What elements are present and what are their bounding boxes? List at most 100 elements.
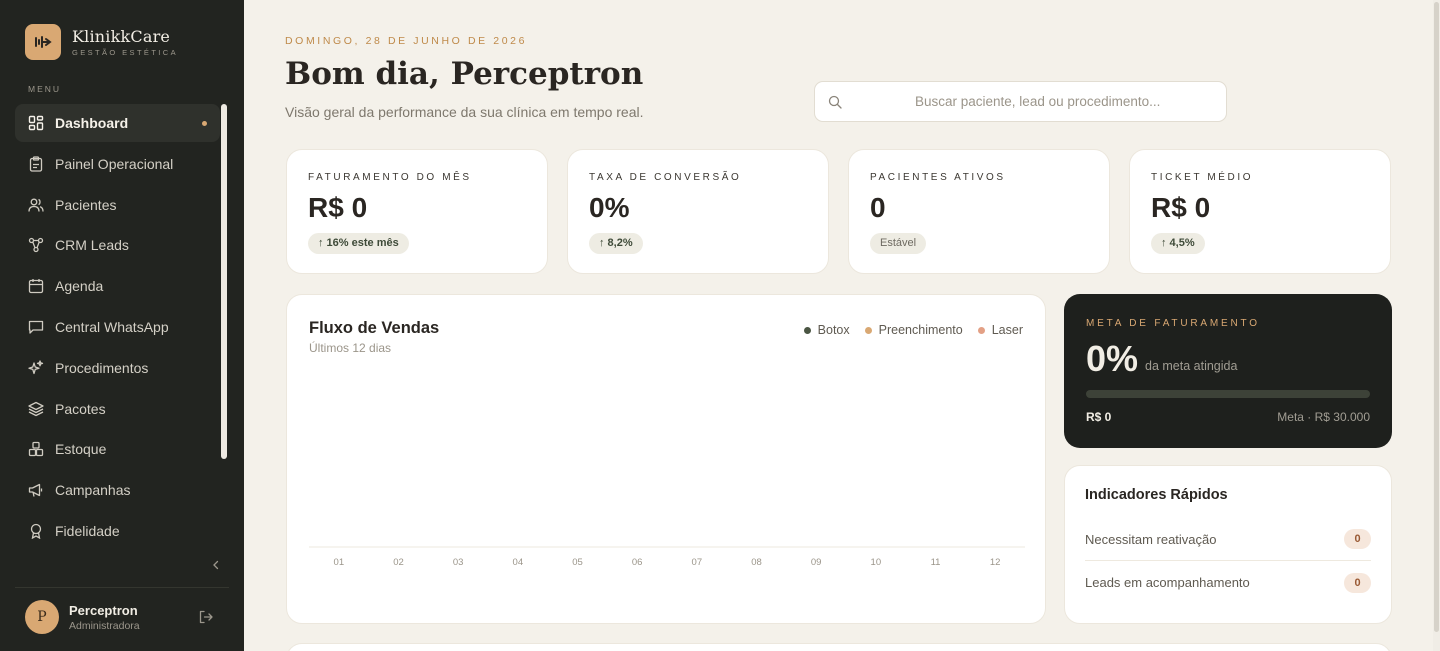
x-tick-label: 05 xyxy=(572,557,583,568)
legend-label: Botox xyxy=(817,323,850,337)
sidebar-item-central-whatsapp[interactable]: Central WhatsApp xyxy=(15,308,220,346)
legend-dot xyxy=(977,326,985,334)
kpi-value: 0% xyxy=(589,192,630,223)
sidebar-item-label: Procedimentos xyxy=(55,359,149,376)
chart-subtitle: Últimos 12 dias xyxy=(309,341,392,355)
sidebar-item-label: Campanhas xyxy=(55,482,131,499)
collapse-sidebar-button[interactable] xyxy=(208,557,224,573)
goal-label: META DE FATURAMENTO xyxy=(1086,318,1260,329)
sidebar-item-label: CRM Leads xyxy=(55,237,129,254)
sidebar-item-procedimentos[interactable]: Procedimentos xyxy=(15,349,220,387)
sidebar-item-fidelidade[interactable]: Fidelidade xyxy=(15,512,220,550)
x-tick-label: 12 xyxy=(990,557,1001,568)
legend-label: Laser xyxy=(991,323,1023,337)
brand-subtitle: GESTÃO ESTÉTICA xyxy=(72,47,179,57)
quick-indicators-card: Indicadores Rápidos Necessitam reativaçã… xyxy=(1064,465,1392,624)
search-box[interactable] xyxy=(814,81,1227,122)
legend-item-botox[interactable]: Botox xyxy=(803,323,850,337)
goal-current-value: R$ 0 xyxy=(1086,410,1112,424)
chevron-left-icon xyxy=(213,560,219,570)
search-input[interactable] xyxy=(815,82,1226,121)
kpi-label: TAXA DE CONVERSÃO xyxy=(589,172,742,183)
sidebar-divider xyxy=(15,587,229,588)
active-indicator xyxy=(202,121,207,126)
kpi-trend-badge: ↑ 16% este mês xyxy=(308,233,409,254)
x-tick-label: 11 xyxy=(931,557,941,568)
next-section-card xyxy=(286,643,1392,651)
sidebar-scroll-thumb[interactable] xyxy=(221,104,227,459)
sidebar-item-pacientes[interactable]: Pacientes xyxy=(15,186,220,224)
kpi-label: FATURAMENTO DO MÊS xyxy=(308,172,472,183)
sidebar-item-dashboard[interactable]: Dashboard xyxy=(15,104,220,142)
sidebar-item-estoque[interactable]: Estoque xyxy=(15,430,220,468)
legend-item-laser[interactable]: Laser xyxy=(977,323,1023,337)
legend-item-preenchimento[interactable]: Preenchimento xyxy=(864,323,963,337)
x-tick-label: 03 xyxy=(453,557,464,568)
legend-label: Preenchimento xyxy=(878,323,963,337)
sidebar-item-agenda[interactable]: Agenda xyxy=(15,267,220,305)
indicator-row-reativacao[interactable]: Necessitam reativação 0 xyxy=(1085,518,1371,561)
x-tick-label: 06 xyxy=(632,557,643,568)
layers-icon xyxy=(28,401,44,416)
indicator-row-leads[interactable]: Leads em acompanhamento 0 xyxy=(1085,561,1371,604)
megaphone-icon xyxy=(28,484,43,497)
kpi-value: R$ 0 xyxy=(308,192,368,223)
kpi-card-ticket-medio[interactable]: TICKET MÉDIO R$ 0 ↑ 4,5% xyxy=(1129,149,1391,274)
goal-percentage: 0% xyxy=(1086,338,1139,379)
avatar: P xyxy=(25,600,59,634)
sidebar-item-label: Fidelidade xyxy=(55,522,120,539)
user-role: Administradora xyxy=(69,619,140,632)
goal-target-value: Meta · R$ 30.000 xyxy=(1277,410,1370,424)
x-tick-label: 01 xyxy=(334,557,345,568)
sidebar: KlinikkCare GESTÃO ESTÉTICA MENU Dashboa… xyxy=(0,0,244,651)
indicator-label: Leads em acompanhamento xyxy=(1085,575,1250,590)
sidebar-item-label: Estoque xyxy=(55,441,107,458)
kpi-card-pacientes-ativos[interactable]: PACIENTES ATIVOS 0 Estável xyxy=(848,149,1110,274)
logout-icon xyxy=(199,610,213,624)
sidebar-item-painel-operacional[interactable]: Painel Operacional xyxy=(15,145,220,183)
user-name: Perceptron xyxy=(69,602,138,618)
sales-flow-chart: 01 02 03 04 05 06 07 08 09 10 11 12 xyxy=(309,546,1025,568)
indicators-title: Indicadores Rápidos xyxy=(1085,487,1228,503)
chart-legend: Botox Preenchimento Laser xyxy=(789,323,1023,337)
sidebar-item-crm-leads[interactable]: CRM Leads xyxy=(15,226,220,264)
sidebar-item-campanhas[interactable]: Campanhas xyxy=(15,471,220,509)
kpi-trend-badge: ↑ 4,5% xyxy=(1151,233,1205,254)
kpi-card-conversao[interactable]: TAXA DE CONVERSÃO 0% ↑ 8,2% xyxy=(567,149,829,274)
user-profile[interactable]: P Perceptron Administradora xyxy=(25,600,140,634)
kpi-trend-badge: ↑ 8,2% xyxy=(589,233,643,254)
sales-flow-card: 01 02 03 04 05 06 07 08 09 10 11 12 Fluxo de Vendas… xyxy=(286,294,1046,624)
kpi-card-faturamento[interactable]: FATURAMENTO DO MÊS R$ 0 ↑ 16% este mês xyxy=(286,149,548,274)
legend-dot xyxy=(864,326,872,334)
search-icon xyxy=(828,95,842,109)
sidebar-item-label: Dashboard xyxy=(55,115,129,131)
main-scrollbar[interactable] xyxy=(1433,0,1440,651)
kpi-label: TICKET MÉDIO xyxy=(1151,172,1254,183)
logout-button[interactable] xyxy=(198,609,214,625)
goal-caption: da meta atingida xyxy=(1145,359,1238,373)
current-date: DOMINGO, 28 DE JUNHO DE 2026 xyxy=(285,35,528,47)
kpi-trend-badge: Estável xyxy=(870,233,927,254)
sidebar-nav: Dashboard Painel Operacional Pacientes C… xyxy=(15,104,220,553)
sidebar-scrollbar[interactable] xyxy=(219,104,229,461)
clipboard-icon xyxy=(29,156,43,172)
sidebar-item-label: Pacientes xyxy=(55,196,117,213)
boxes-icon xyxy=(28,442,44,457)
calendar-icon xyxy=(28,279,44,294)
x-tick-label: 02 xyxy=(393,557,404,568)
x-tick-label: 10 xyxy=(871,557,882,568)
sparkles-icon xyxy=(28,360,44,374)
x-tick-label: 04 xyxy=(513,557,524,568)
brand[interactable]: KlinikkCare GESTÃO ESTÉTICA xyxy=(25,24,178,60)
chart-title: Fluxo de Vendas xyxy=(309,319,440,337)
kpi-value: 0 xyxy=(870,192,886,223)
indicator-count-badge: 0 xyxy=(1344,572,1371,593)
x-tick-label: 07 xyxy=(692,557,703,568)
chat-icon xyxy=(28,320,44,334)
dashboard-icon xyxy=(28,115,44,131)
award-icon xyxy=(30,523,42,539)
indicator-count-badge: 0 xyxy=(1344,529,1371,549)
sidebar-item-pacotes[interactable]: Pacotes xyxy=(15,390,220,428)
kpi-label: PACIENTES ATIVOS xyxy=(870,172,1006,183)
main-scroll-thumb[interactable] xyxy=(1434,2,1439,632)
